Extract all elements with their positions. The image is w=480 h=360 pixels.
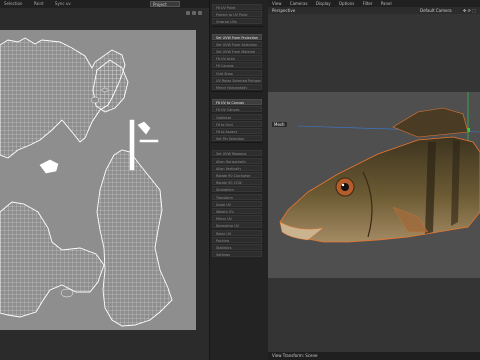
- uv-menu-sync[interactable]: Sync uv: [55, 1, 71, 6]
- command-item[interactable]: Scale UV: [212, 200, 262, 207]
- pan-icon[interactable]: [192, 11, 196, 15]
- command-item[interactable]: Rotate 90 Clockwise: [212, 172, 262, 178]
- command-item[interactable]: Set UVW From Projection: [212, 33, 262, 40]
- command-item[interactable]: Set UVW From Selection: [212, 40, 262, 47]
- command-separator: [211, 91, 263, 93]
- command-item[interactable]: Weight UV: [212, 208, 262, 214]
- command-item[interactable]: Set Pin Selection: [212, 135, 262, 142]
- mesh-label[interactable]: Mesh: [272, 122, 287, 127]
- uv-island-eye: [39, 159, 59, 174]
- command-item[interactable]: Project to UV Point: [212, 11, 262, 18]
- command-item[interactable]: Fit to Aspect: [212, 128, 262, 134]
- command-item[interactable]: Unwrap UVs: [212, 18, 262, 25]
- uv-island-tail: [0, 201, 105, 318]
- viewport-footer: View Transform: Scene: [268, 352, 480, 360]
- uv-island-strip: [129, 119, 135, 171]
- camera-label[interactable]: Default Camera: [420, 7, 452, 14]
- command-item[interactable]: Align Horizontally: [212, 157, 262, 164]
- uv-island-small: [137, 121, 151, 135]
- projection-label: Perspective: [272, 8, 296, 13]
- uv-island-head: [96, 149, 173, 327]
- command-item[interactable]: Relax UV: [212, 229, 262, 236]
- uv-toolbar: [185, 1, 207, 15]
- command-item[interactable]: Rotate 90 CCW: [212, 179, 262, 186]
- command-item[interactable]: Align Vertically: [212, 164, 262, 171]
- command-list: Fit UV Point Project to UV Point Unwrap UV…: [209, 0, 267, 360]
- command-item[interactable]: Grid Snap: [212, 69, 262, 76]
- fish-model[interactable]: [268, 92, 480, 278]
- command-item[interactable]: Normalize UV: [212, 222, 262, 229]
- view-transform-label: View Transform: Scene: [272, 353, 318, 358]
- uv-island-bar: [139, 139, 159, 143]
- viewport-menubar: View Cameras Display Options Filter Pane…: [268, 0, 480, 7]
- menu-display[interactable]: Display: [316, 1, 331, 6]
- command-item[interactable]: Optimize: [212, 113, 262, 120]
- zoom-icon[interactable]: [186, 11, 190, 15]
- command-item[interactable]: Straighten: [212, 186, 262, 193]
- uv-hole-2: [101, 87, 109, 93]
- command-item[interactable]: Fit UV Canvas: [212, 106, 262, 113]
- command-item[interactable]: Fit UV Area: [212, 55, 262, 62]
- uv-hole-3: [60, 288, 74, 298]
- command-item[interactable]: Mirror UV: [212, 215, 262, 222]
- command-item[interactable]: Set UVW From Material: [212, 48, 262, 54]
- fish-eye-shine: [341, 183, 345, 187]
- command-item[interactable]: Fit UV Point: [212, 4, 262, 10]
- command-item[interactable]: Settings: [212, 251, 262, 258]
- viewport-header: Perspective Default Camera ✥ ⟳ ⬚: [268, 7, 480, 14]
- uv-menu-paint[interactable]: Paint: [34, 1, 44, 6]
- uv-projection-dropdown[interactable]: Project: [150, 1, 180, 7]
- menu-cameras[interactable]: Cameras: [290, 1, 308, 6]
- dorsal-fin: [392, 107, 469, 138]
- command-item[interactable]: Fit to Grid: [212, 120, 262, 127]
- command-item[interactable]: Packing: [212, 236, 262, 243]
- uv-dropdown-value: Project: [153, 2, 167, 7]
- uv-menu-selection[interactable]: Selection: [4, 1, 22, 6]
- command-item[interactable]: Transform: [212, 193, 262, 200]
- menu-options[interactable]: Options: [339, 1, 354, 6]
- command-item[interactable]: Set UVW Mapping: [212, 150, 262, 157]
- command-item[interactable]: Mirror Horizontally: [212, 84, 262, 90]
- menu-filter[interactable]: Filter: [363, 1, 373, 6]
- command-separator: [211, 25, 263, 27]
- menu-panel[interactable]: Panel: [381, 1, 392, 6]
- command-item[interactable]: Fit UV to Canvas: [212, 99, 262, 106]
- command-item[interactable]: Statistics: [212, 244, 262, 250]
- menu-view[interactable]: View: [272, 1, 282, 6]
- command-item[interactable]: Fit Canvas: [212, 62, 262, 69]
- settings-icon[interactable]: [198, 11, 202, 15]
- command-separator: [211, 142, 263, 144]
- viewport-controls[interactable]: ✥ ⟳ ⬚: [463, 7, 476, 14]
- uv-islands: [0, 37, 173, 327]
- fish-body: [279, 136, 480, 243]
- uv-hole-1: [90, 96, 100, 104]
- command-item[interactable]: UV Relax Selected Polygons: [212, 76, 262, 83]
